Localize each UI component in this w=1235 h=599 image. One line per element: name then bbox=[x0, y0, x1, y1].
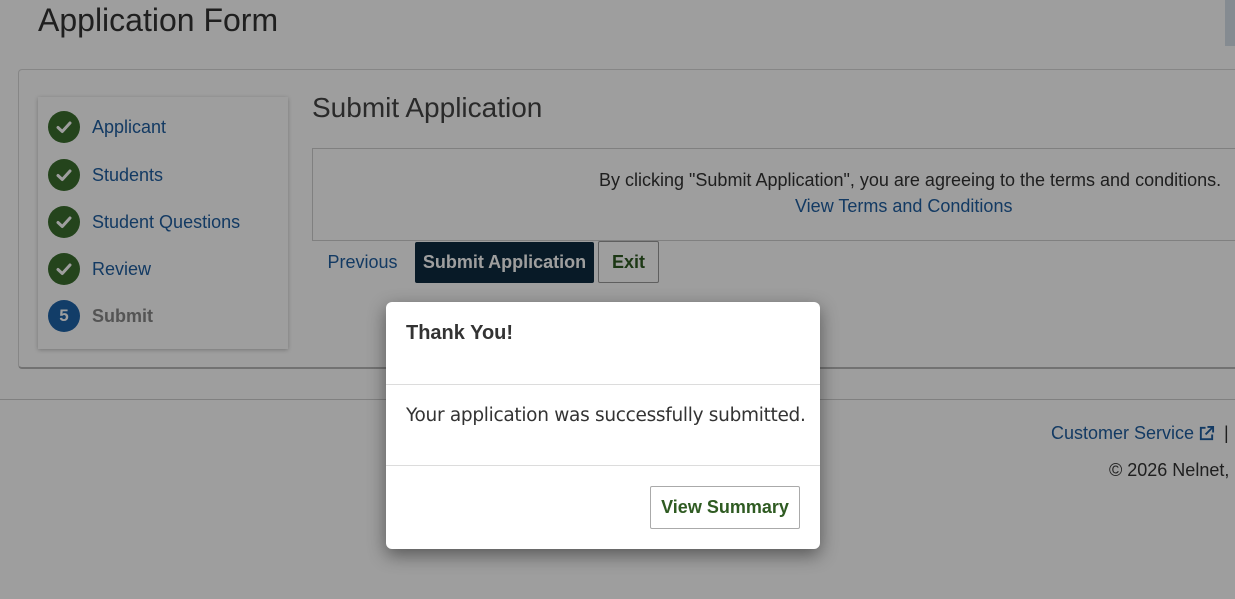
modal-message: Your application was successfully submit… bbox=[406, 405, 806, 426]
modal-title: Thank You! bbox=[406, 322, 514, 344]
page: Application Form Applicant Students Stud… bbox=[0, 0, 1235, 599]
thank-you-modal: Thank You! Your application was successf… bbox=[386, 302, 820, 549]
modal-divider bbox=[386, 465, 820, 466]
modal-divider bbox=[386, 384, 820, 385]
view-summary-button[interactable]: View Summary bbox=[650, 486, 800, 529]
